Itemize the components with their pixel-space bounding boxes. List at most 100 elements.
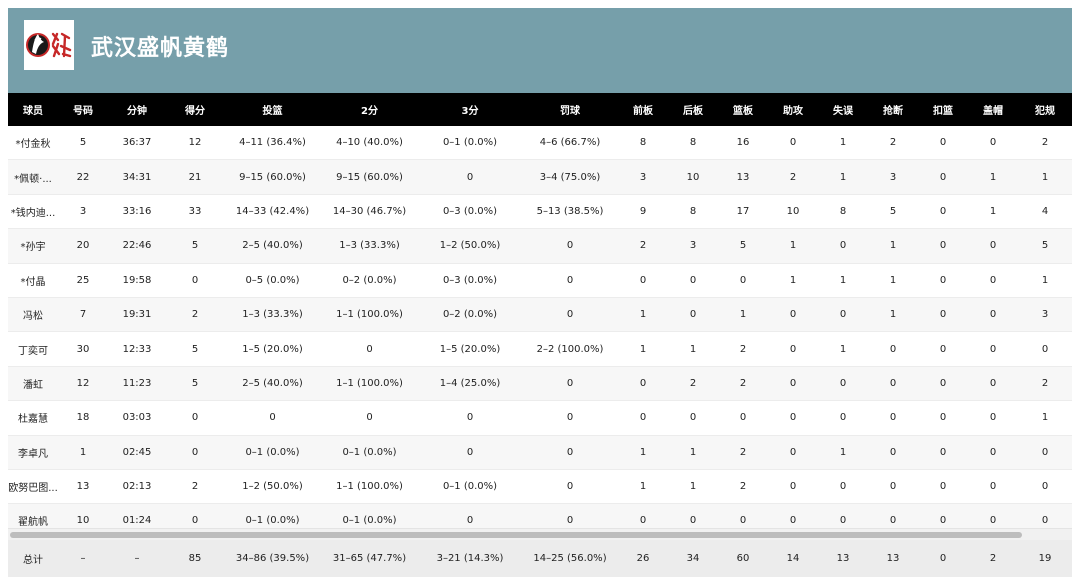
turnovers-cell: 1 — [818, 435, 868, 470]
offensive-rebounds-cell: 3 — [618, 159, 668, 195]
turnovers-cell: 1 — [818, 159, 868, 195]
player-name-cell[interactable]: *付金秋 — [8, 126, 58, 161]
steals-cell: 0 — [868, 331, 918, 367]
field-goals-cell: 14–33 (42.4%) — [224, 194, 321, 230]
minutes-cell: 11:23 — [108, 366, 166, 402]
free-throws-cell: 0 — [522, 469, 618, 505]
column-header-offensive-rebounds[interactable]: 前板 — [618, 93, 668, 126]
assists-cell: 0 — [768, 297, 818, 333]
totals-rebounds: 60 — [736, 553, 750, 564]
two-pointers-cell: 9–15 (60.0%) — [321, 159, 418, 195]
column-header-assists[interactable]: 助攻 — [768, 93, 818, 126]
table-row[interactable]: *付晶 25 19:58 0 0–5 (0.0%) 0–2 (0.0%) 0–3… — [8, 263, 1072, 298]
offensive-rebounds-cell: 0 — [618, 366, 668, 402]
minutes-cell: 02:13 — [108, 469, 166, 505]
column-header-blocks[interactable]: 盖帽 — [968, 93, 1018, 126]
column-header-turnovers[interactable]: 失误 — [818, 93, 868, 126]
totals-free-throws: 14–25 (56.0%) — [533, 553, 607, 564]
table-row[interactable]: *钱内迪... 3 33:16 33 14–33 (42.4%) 14–30 (… — [8, 194, 1072, 230]
turnovers-cell: 1 — [818, 263, 868, 298]
steals-cell: 1 — [868, 297, 918, 333]
rebounds-cell: 2 — [718, 331, 768, 367]
table-row[interactable]: 李卓凡 1 02:45 0 0–1 (0.0%) 0–1 (0.0%) 0 0 … — [8, 435, 1072, 470]
scrollbar-thumb[interactable] — [10, 532, 1022, 538]
player-name-cell[interactable]: 欧努巴图... — [8, 469, 58, 505]
points-cell: 5 — [166, 366, 224, 402]
player-name-cell[interactable]: *孙宇 — [8, 228, 58, 264]
assists-cell: 0 — [768, 331, 818, 367]
defensive-rebounds-cell: 1 — [668, 435, 718, 470]
fouls-cell: 0 — [1018, 331, 1072, 367]
dunks-cell: 0 — [918, 194, 968, 230]
defensive-rebounds-cell: 1 — [668, 469, 718, 505]
free-throws-cell: 0 — [522, 400, 618, 436]
three-pointers-cell: 0 — [418, 159, 522, 195]
field-goals-cell: 2–5 (40.0%) — [224, 228, 321, 264]
player-name-cell[interactable]: 冯松 — [8, 297, 58, 333]
column-header-minutes[interactable]: 分钟 — [108, 93, 166, 126]
player-name-cell[interactable]: *付晶 — [8, 263, 58, 298]
assists-cell: 1 — [768, 263, 818, 298]
table-row[interactable]: 丁奕可 30 12:33 5 1–5 (20.0%) 0 1–5 (20.0%)… — [8, 331, 1072, 367]
table-row[interactable]: *付金秋 5 36:37 12 4–11 (36.4%) 4–10 (40.0%… — [8, 126, 1072, 161]
table-row[interactable]: *孙宇 20 22:46 5 2–5 (40.0%) 1–3 (33.3%) 1… — [8, 228, 1072, 264]
number-cell: 3 — [58, 194, 108, 230]
number-cell: 18 — [58, 400, 108, 436]
offensive-rebounds-cell: 0 — [618, 263, 668, 298]
number-cell: 7 — [58, 297, 108, 333]
turnovers-cell: 0 — [818, 366, 868, 402]
crane-logo-icon — [24, 20, 74, 70]
totals-dunks: 0 — [939, 553, 947, 564]
column-header-dunks[interactable]: 扣篮 — [918, 93, 968, 126]
rebounds-cell: 16 — [718, 126, 768, 161]
table-row[interactable]: 欧努巴图... 13 02:13 2 1–2 (50.0%) 1–1 (100.… — [8, 469, 1072, 505]
column-header-player[interactable]: 球员 — [8, 93, 58, 126]
player-name-cell[interactable]: 李卓凡 — [8, 435, 58, 470]
table-row[interactable]: 潘虹 12 11:23 5 2–5 (40.0%) 1–1 (100.0%) 1… — [8, 366, 1072, 402]
player-name-cell[interactable]: *钱内迪... — [8, 194, 58, 230]
offensive-rebounds-cell: 0 — [618, 400, 668, 436]
blocks-cell: 0 — [968, 366, 1018, 402]
column-header-rebounds[interactable]: 篮板 — [718, 93, 768, 126]
table-row[interactable]: *佩顿·... 22 34:31 21 9–15 (60.0%) 9–15 (6… — [8, 159, 1072, 195]
minutes-cell: 03:03 — [108, 400, 166, 436]
assists-cell: 1 — [768, 228, 818, 264]
player-name-cell[interactable]: 潘虹 — [8, 366, 58, 402]
defensive-rebounds-cell: 0 — [668, 297, 718, 333]
blocks-cell: 0 — [968, 297, 1018, 333]
blocks-cell: 1 — [968, 159, 1018, 195]
column-header-three-pointers[interactable]: 3分 — [418, 93, 522, 126]
column-header-defensive-rebounds[interactable]: 后板 — [668, 93, 718, 126]
rebounds-cell: 13 — [718, 159, 768, 195]
player-name-cell[interactable]: 丁奕可 — [8, 331, 58, 367]
column-header-number[interactable]: 号码 — [58, 93, 108, 126]
column-header-fouls[interactable]: 犯规 — [1018, 93, 1072, 126]
column-header-two-pointers[interactable]: 2分 — [321, 93, 418, 126]
free-throws-cell: 3–4 (75.0%) — [522, 159, 618, 195]
fouls-cell: 2 — [1018, 126, 1072, 161]
dunks-cell: 0 — [918, 331, 968, 367]
box-score-table: 球员 号码 分钟 得分 投篮 2分 3分 罚球 前板 后板 篮板 助攻 失误 抢… — [8, 93, 1072, 539]
minutes-cell: 22:46 — [108, 228, 166, 264]
table-row[interactable]: 冯松 7 19:31 2 1–3 (33.3%) 1–1 (100.0%) 0–… — [8, 297, 1072, 333]
player-name-cell[interactable]: 杜嘉慧 — [8, 400, 58, 436]
blocks-cell: 0 — [968, 469, 1018, 505]
table-row[interactable]: 杜嘉慧 18 03:03 0 0 0 0 0 0 0 0 0 0 0 0 0 1 — [8, 400, 1072, 436]
rebounds-cell: 17 — [718, 194, 768, 230]
totals-turnovers: 13 — [836, 553, 850, 564]
free-throws-cell: 2–2 (100.0%) — [522, 331, 618, 367]
column-header-free-throws[interactable]: 罚球 — [522, 93, 618, 126]
totals-defensive-rebounds: 34 — [686, 553, 700, 564]
fouls-cell: 3 — [1018, 297, 1072, 333]
totals-label: 总计 — [23, 555, 43, 566]
column-header-points[interactable]: 得分 — [166, 93, 224, 126]
column-header-steals[interactable]: 抢断 — [868, 93, 918, 126]
minutes-cell: 36:37 — [108, 126, 166, 161]
totals-two-pointers: 31–65 (47.7%) — [332, 553, 407, 564]
two-pointers-cell: 1–1 (100.0%) — [321, 366, 418, 402]
column-header-field-goals[interactable]: 投篮 — [224, 93, 321, 126]
team-header: 武汉盛帆黄鹤 — [8, 8, 1072, 93]
player-name-cell[interactable]: *佩顿·... — [8, 159, 58, 195]
points-cell: 0 — [166, 435, 224, 470]
totals-number: – — [80, 553, 86, 564]
